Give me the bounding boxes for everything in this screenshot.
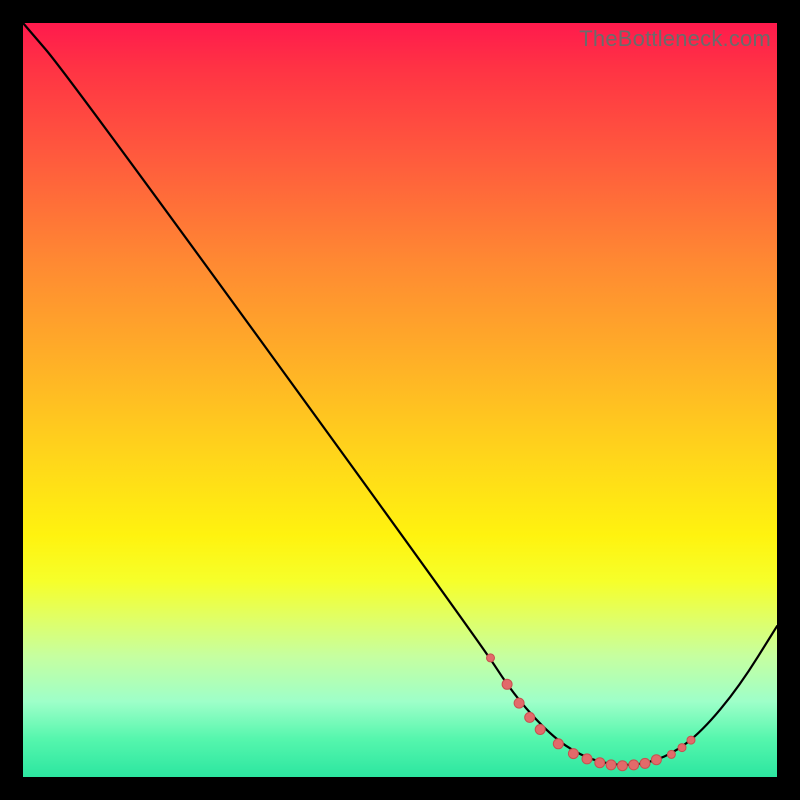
highlight-dot — [582, 754, 592, 764]
highlight-dot — [502, 679, 512, 689]
highlight-dot — [640, 758, 650, 768]
highlight-dot — [651, 755, 661, 765]
highlight-dot — [667, 750, 675, 758]
highlight-dot — [487, 654, 495, 662]
highlight-dot — [606, 760, 616, 770]
highlight-dots-group — [487, 654, 696, 771]
highlight-dot — [553, 739, 563, 749]
highlight-dot — [535, 725, 545, 735]
highlight-dot — [525, 712, 535, 722]
chart-svg — [23, 23, 777, 777]
highlight-dot — [595, 758, 605, 768]
highlight-dot — [687, 736, 695, 744]
chart-stage: TheBottleneck.com — [0, 0, 800, 800]
bottleneck-curve — [23, 23, 777, 765]
highlight-dot — [678, 744, 686, 752]
highlight-dot — [629, 760, 639, 770]
plot-area: TheBottleneck.com — [23, 23, 777, 777]
highlight-dot — [617, 761, 627, 771]
highlight-dot — [514, 698, 524, 708]
highlight-dot — [568, 749, 578, 759]
